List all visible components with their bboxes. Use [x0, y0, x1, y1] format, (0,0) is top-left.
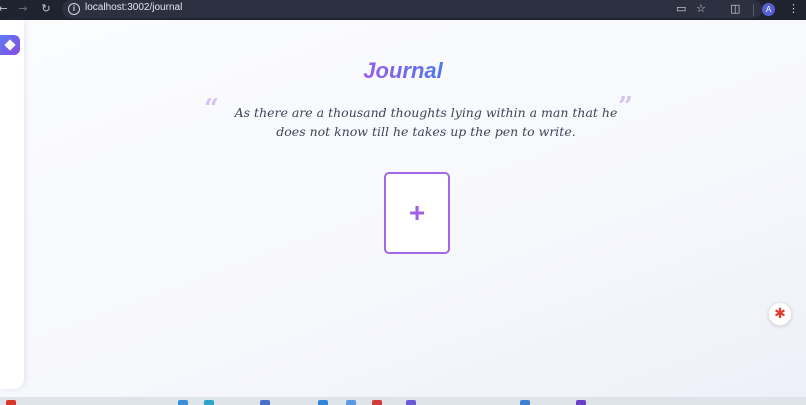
- app-logo-icon[interactable]: [0, 35, 20, 55]
- taskbar-app-icon[interactable]: [260, 400, 270, 405]
- address-bar[interactable]: i localhost:3002/journal ▭ ☆: [62, 0, 762, 18]
- bookmark-star-icon[interactable]: ☆: [696, 2, 706, 15]
- browser-toolbar: ← → ↻ i localhost:3002/journal ▭ ☆ ◫ A ⋮: [0, 0, 806, 20]
- site-info-icon[interactable]: i: [68, 3, 80, 15]
- taskbar-app-icon[interactable]: [346, 400, 356, 405]
- taskbar-app-icon[interactable]: [178, 400, 188, 405]
- taskbar-app-icon[interactable]: [204, 400, 214, 405]
- plus-icon: +: [408, 197, 426, 228]
- taskbar-app-icon[interactable]: [520, 400, 530, 405]
- os-taskbar: [0, 397, 806, 405]
- url-text[interactable]: localhost:3002/journal: [85, 2, 182, 13]
- pdf-icon: ✱: [774, 306, 786, 322]
- taskbar-app-icon[interactable]: [6, 400, 16, 405]
- pdf-export-button[interactable]: ✱: [768, 302, 792, 326]
- add-journal-entry-button[interactable]: +: [384, 172, 450, 254]
- install-app-icon[interactable]: ▭: [676, 2, 686, 15]
- inspirational-quote: As there are a thousand thoughts lying w…: [234, 105, 618, 139]
- taskbar-app-icon[interactable]: [372, 400, 382, 405]
- forward-icon[interactable]: →: [14, 2, 32, 15]
- open-quote-icon: “: [204, 94, 219, 124]
- journal-page: Journal “ As there are a thousand though…: [0, 20, 806, 397]
- menu-kebab-icon[interactable]: ⋮: [788, 2, 799, 15]
- taskbar-app-icon[interactable]: [576, 400, 586, 405]
- close-quote-icon: ”: [618, 92, 633, 122]
- toolbar-divider: [753, 4, 754, 16]
- taskbar-app-icon[interactable]: [318, 400, 328, 405]
- extensions-icon[interactable]: ◫: [730, 2, 740, 15]
- taskbar-app-icon[interactable]: [406, 400, 416, 405]
- page-title: Journal: [363, 58, 443, 83]
- profile-avatar[interactable]: A: [762, 3, 775, 16]
- back-icon[interactable]: ←: [0, 2, 12, 15]
- reload-icon[interactable]: ↻: [37, 2, 55, 15]
